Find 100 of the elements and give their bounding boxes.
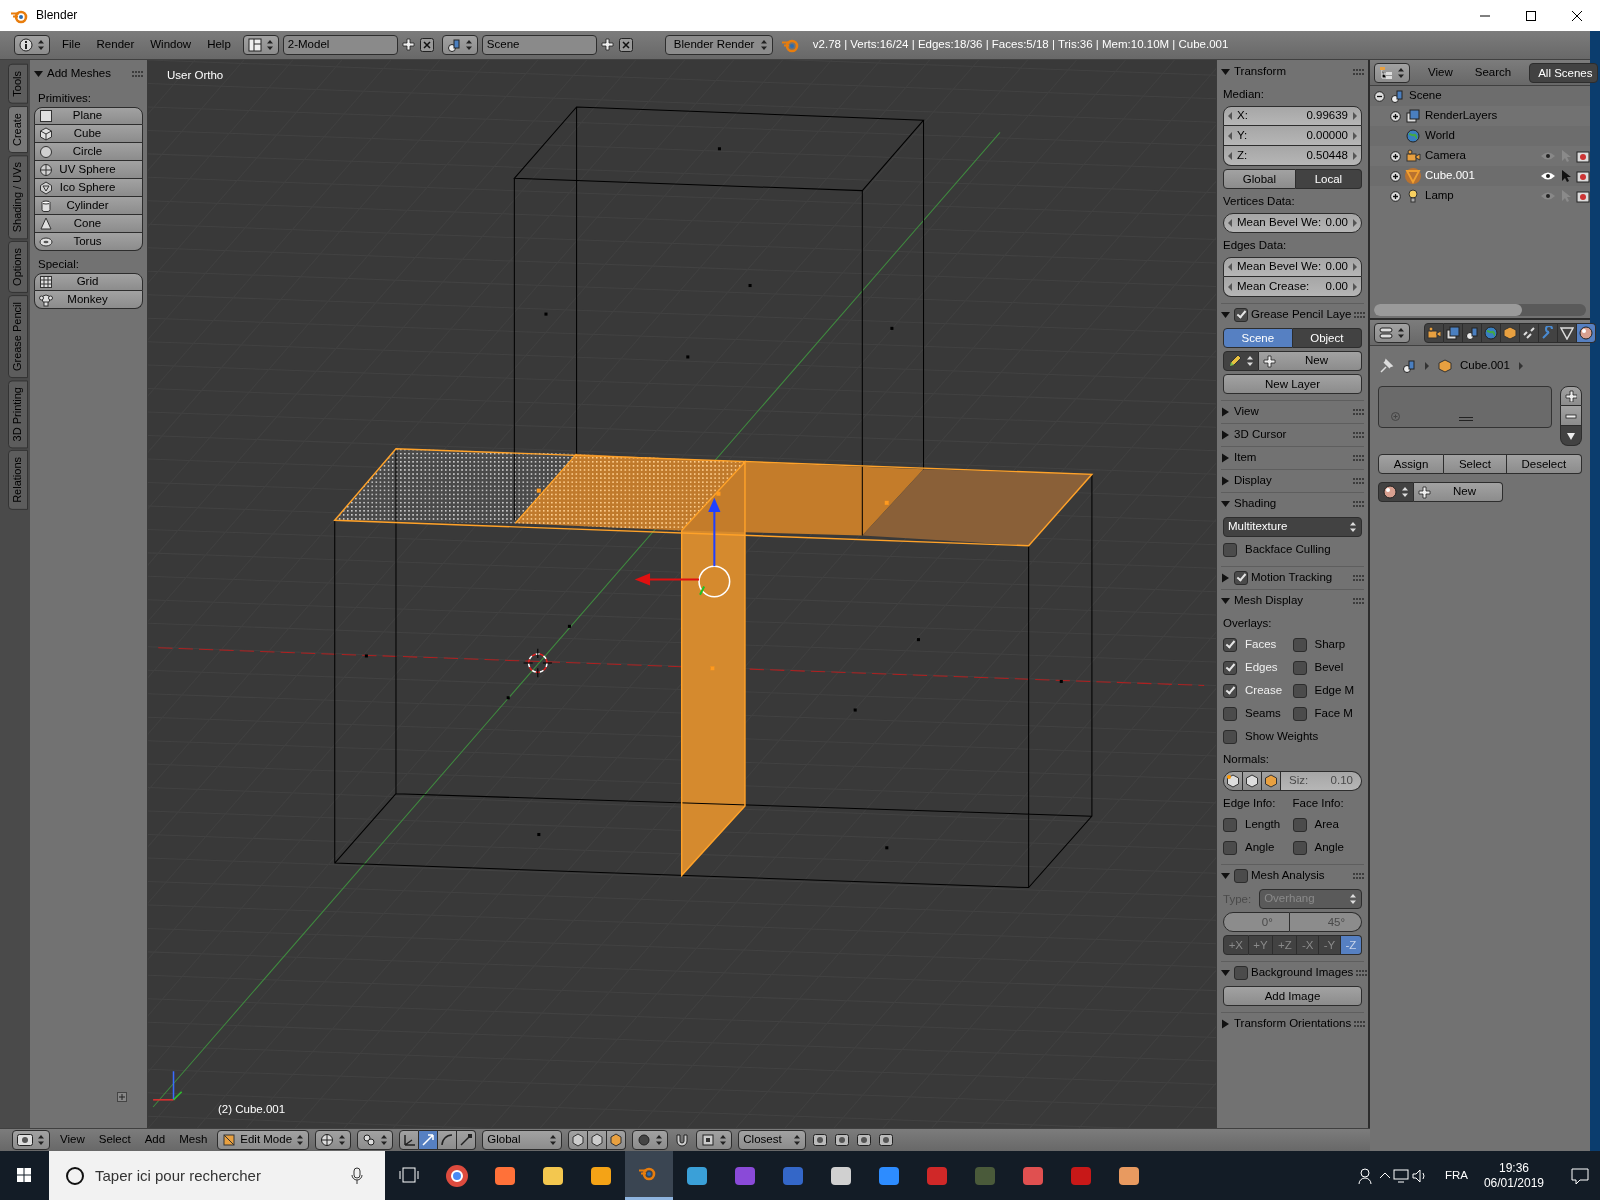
- panel-title: Grease Pencil Laye: [1251, 308, 1352, 322]
- checkbox-label: Sharp: [1314, 638, 1346, 652]
- panel-title: Transform Orientations: [1234, 1017, 1352, 1031]
- object-info-label: (2) Cube.001: [218, 1103, 286, 1117]
- add-mesh-button[interactable]: Monkey: [34, 291, 143, 309]
- toggle-button[interactable]: Global: [1223, 169, 1296, 189]
- menu-item[interactable]: File: [58, 38, 85, 52]
- checkbox-label: Edges: [1245, 661, 1278, 675]
- action-button[interactable]: Select: [1444, 454, 1507, 474]
- toggle-button[interactable]: Local: [1295, 169, 1362, 189]
- new-button[interactable]: New: [1414, 482, 1503, 502]
- language-indicator[interactable]: FRA: [1444, 1168, 1468, 1183]
- toggle-button[interactable]: Scene: [1223, 328, 1293, 348]
- checkbox-label: Bevel: [1314, 661, 1344, 675]
- section-label: Edges Data:: [1223, 238, 1288, 253]
- add-mesh-button[interactable]: UV Sphere: [34, 161, 143, 179]
- add-mesh-button[interactable]: Grid: [34, 273, 143, 291]
- orientation-dropdown[interactable]: Global: [482, 1130, 563, 1150]
- menu-item[interactable]: Render: [92, 38, 139, 52]
- push-button[interactable]: New Layer: [1223, 374, 1362, 394]
- menu-item[interactable]: Select: [94, 1133, 135, 1147]
- section-label: Overlays:: [1223, 616, 1273, 631]
- menu-item[interactable]: Mesh: [175, 1133, 212, 1147]
- mode-dropdown[interactable]: Edit Mode: [217, 1130, 310, 1150]
- checkbox-label: Angle: [1314, 841, 1344, 855]
- tool-tab[interactable]: Tools: [8, 64, 28, 104]
- dropdown[interactable]: Multitexture: [1223, 517, 1362, 537]
- menu-item[interactable]: Add: [140, 1133, 170, 1147]
- display-mode-dropdown[interactable]: All Scenes: [1529, 62, 1598, 83]
- checkbox-label: Show Weights: [1245, 730, 1319, 744]
- scene-statistics: v2.78 | Verts:16/24 | Edges:18/36 | Faces:5/18 | Tris:36 | Mem:10.10M | Cube.001: [812, 38, 1229, 52]
- add-mesh-button[interactable]: Plane: [34, 107, 143, 125]
- tool-tab[interactable]: 3D Printing: [8, 380, 28, 449]
- panel-title: View: [1234, 405, 1260, 419]
- number-field[interactable]: Mean Bevel We: 0.00: [1223, 213, 1362, 233]
- section-label: Median:: [1223, 87, 1265, 102]
- number-field[interactable]: Y: 0.00000: [1223, 126, 1362, 146]
- panel-title: Display: [1234, 474, 1273, 488]
- tree-item[interactable]: Lamp: [1425, 189, 1536, 203]
- group-label: Special:: [37, 257, 80, 272]
- tool-tab[interactable]: Options: [8, 241, 28, 293]
- new-button[interactable]: New: [1259, 351, 1362, 371]
- checkbox-label: Area: [1314, 818, 1339, 832]
- add-mesh-button[interactable]: Cone: [34, 215, 143, 233]
- breadcrumb-item[interactable]: Cube.001: [1460, 359, 1510, 373]
- checkbox-label: Face M: [1314, 707, 1353, 721]
- checkbox-label: Faces: [1245, 638, 1277, 652]
- clock-date[interactable]: 06/01/2019: [1483, 1175, 1544, 1190]
- number-field[interactable]: X: 0.99639: [1223, 106, 1362, 126]
- number-field[interactable]: Mean Bevel We: 0.00: [1223, 257, 1362, 277]
- menu-item[interactable]: View: [1424, 65, 1457, 80]
- tool-tab[interactable]: Relations: [8, 450, 28, 511]
- panel-title: Item: [1234, 451, 1258, 465]
- clock-time[interactable]: 19:36: [1498, 1161, 1529, 1176]
- search-field[interactable]: Taper ici pour rechercher: [93, 1165, 343, 1186]
- push-button[interactable]: Add Image: [1223, 986, 1362, 1006]
- menu-item[interactable]: View: [56, 1133, 89, 1147]
- toggle-button[interactable]: Object: [1292, 328, 1362, 348]
- scene-field[interactable]: Scene: [481, 35, 597, 55]
- checkbox-label: Backface Culling: [1245, 543, 1331, 557]
- section-label: Face Info:: [1292, 796, 1345, 811]
- number-field[interactable]: Z: 0.50448: [1223, 146, 1362, 166]
- number-field[interactable]: Mean Crease: 0.00: [1223, 277, 1362, 297]
- panel-title: Transform: [1234, 64, 1287, 79]
- action-button[interactable]: Assign: [1378, 454, 1445, 474]
- add-mesh-button[interactable]: Ico Sphere: [34, 179, 143, 197]
- checkbox-label: Length: [1245, 818, 1281, 832]
- search-bar[interactable]: Taper ici pour rechercher: [49, 1151, 385, 1200]
- snap-target-dropdown[interactable]: Closest: [738, 1130, 807, 1150]
- section-label: Normals:: [1223, 752, 1270, 767]
- panel-title: Mesh Analysis: [1251, 869, 1326, 883]
- number-field[interactable]: Siz: 0.10: [1281, 771, 1362, 791]
- checkbox-label: Edge M: [1314, 684, 1355, 698]
- screen-layout-field[interactable]: 2-Model: [282, 35, 398, 55]
- add-mesh-button[interactable]: Cylinder: [34, 197, 143, 215]
- tool-tab[interactable]: Grease Pencil: [8, 294, 28, 379]
- menu-item[interactable]: Search: [1470, 65, 1516, 80]
- menu-item[interactable]: Help: [203, 38, 235, 52]
- add-mesh-button[interactable]: Torus: [34, 233, 143, 251]
- checkbox-label: Angle: [1245, 841, 1275, 855]
- tool-tab[interactable]: Shading / UVs: [8, 154, 28, 240]
- panel-title: Mesh Display: [1234, 594, 1305, 608]
- panel-title: Add Meshes: [47, 66, 112, 81]
- panel-title: 3D Cursor: [1234, 428, 1288, 442]
- tree-item[interactable]: RenderLayers: [1425, 109, 1590, 123]
- window-title: Blender: [36, 8, 78, 23]
- tool-tab[interactable]: Create: [8, 105, 28, 153]
- panel-title: Shading: [1234, 497, 1278, 511]
- view-name-label: User Ortho: [167, 69, 224, 83]
- checkbox-label: Seams: [1245, 707, 1281, 721]
- menu-item[interactable]: Window: [146, 38, 196, 52]
- section-label: Edge Info:: [1223, 796, 1277, 811]
- checkbox-label: Crease: [1245, 684, 1283, 698]
- add-mesh-button[interactable]: Circle: [34, 143, 143, 161]
- add-mesh-button[interactable]: Cube: [34, 125, 143, 143]
- action-button[interactable]: Deselect: [1506, 454, 1582, 474]
- panel-title: Motion Tracking: [1251, 571, 1334, 585]
- render-engine-dropdown[interactable]: Blender Render: [664, 35, 773, 55]
- group-label: Primitives:: [37, 91, 93, 106]
- tree-item[interactable]: Camera: [1425, 149, 1536, 163]
